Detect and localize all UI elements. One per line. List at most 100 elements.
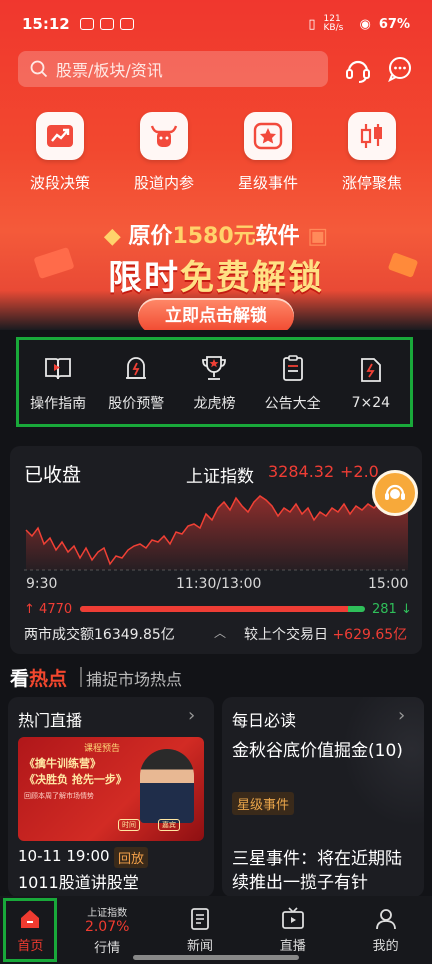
quick-item-limit-up[interactable]: 涨停聚焦 (322, 112, 422, 193)
bull-icon (140, 112, 188, 160)
turnover-value: 16349.85亿 (94, 627, 175, 643)
header-area: 15:12 ▯ 121 KB/s ◉ 67% 股票/板块/资讯 波段决策 股道内… (0, 0, 432, 330)
time-label-close: 15:00 (368, 576, 409, 592)
poster-guest-tag: 嘉宾 (158, 819, 180, 831)
tool-label: 7×24 (351, 395, 391, 411)
replay-badge: 回放 (114, 847, 149, 868)
flash-doc-icon (359, 353, 383, 387)
quick-item-star-events[interactable]: 星级事件 (218, 112, 318, 193)
vibrate-icon: ▯ (308, 16, 316, 32)
chevron-up-icon[interactable]: ︿ (214, 624, 226, 641)
article-title[interactable]: 三星事件：将在近期陆续推出一揽子有针 (232, 847, 418, 895)
tool-24h-news[interactable]: 7×24 (333, 353, 409, 411)
decliners-value: 281 (372, 602, 397, 617)
tab-label: 首页 (17, 938, 44, 954)
index-change: +2.0 (340, 462, 379, 481)
quick-item-insider[interactable]: 股道内参 (114, 112, 214, 193)
decliners-count: 281 ↓ (372, 602, 412, 617)
service-float-icon[interactable] (372, 470, 418, 516)
tool-label: 股价预警 (108, 396, 165, 412)
quick-access-grid: 波段决策 股道内参 星级事件 涨停聚焦 (0, 112, 432, 193)
tool-announcements[interactable]: 公告大全 (255, 351, 331, 413)
banner-headline: ◆ 原价1580元软件 ▣ (0, 218, 432, 250)
banner-title-a: 限时 (108, 258, 180, 298)
arrow-down-icon: ↓ (400, 602, 412, 617)
battery-level: 67% (378, 16, 410, 32)
quick-item-label: 星级事件 (237, 174, 298, 192)
unlock-button[interactable]: 立即点击解锁 (138, 298, 294, 330)
poster-line3: 回顾本周了解市场情势 (24, 792, 94, 800)
tool-guide[interactable]: 操作指南 (20, 351, 96, 413)
hot-title-b: 热点 (29, 668, 68, 690)
arrow-up-icon: ↑ (24, 602, 35, 617)
tab-news[interactable]: 新闻 (157, 896, 243, 964)
advancers-value: 4770 (39, 602, 73, 617)
tool-price-alert[interactable]: 股价预警 (98, 351, 174, 413)
tab-quote-index: 上证指数 (87, 908, 128, 919)
advance-decline-bar (80, 606, 365, 612)
divider (80, 667, 82, 687)
tool-label: 公告大全 (264, 396, 321, 412)
tab-label: 行情 (94, 941, 121, 956)
clipboard-icon (281, 351, 305, 385)
time-label-midday: 11:30/13:00 (176, 576, 262, 592)
time-label-open: 9:30 (26, 576, 58, 592)
alarm-icon (124, 351, 148, 385)
banner-title-b: 免费解锁 (180, 258, 324, 298)
tab-home[interactable]: 首页 (3, 898, 58, 962)
tab-quotes[interactable]: 上证指数 2.07% 行情 (64, 896, 150, 964)
prev-day-value: +629.65亿 (332, 627, 408, 643)
banner-line1-prefix: 原价 (128, 224, 173, 249)
net-speed: 121 KB/s (323, 14, 344, 33)
tab-quote-pct: 2.07% (84, 919, 130, 935)
bottom-tab-bar: 首页 上证指数 2.07% 行情 新闻 直播 我的 (0, 896, 432, 964)
search-input[interactable]: 股票/板块/资讯 (18, 51, 328, 87)
advancers-count: ↑ 4770 (24, 602, 72, 617)
host-avatar (140, 749, 194, 823)
tab-label: 新闻 (186, 938, 213, 954)
quick-item-band-decision[interactable]: 波段决策 (10, 112, 110, 193)
chevron-right-icon[interactable]: › (188, 705, 195, 726)
index-value: 3284.32 (268, 462, 335, 481)
live-card[interactable]: 热门直播 › 课程预告 《擒牛训练营》 《决胜负 抢先一步》 回顾本周了解市场情… (8, 697, 214, 897)
chevron-right-icon[interactable]: › (398, 705, 405, 726)
home-icon (21, 909, 40, 928)
status-right: ▯ 121 KB/s ◉ 67% (308, 15, 410, 33)
tv-icon (281, 906, 304, 929)
poster-line2: 《决胜负 抢先一步》 (24, 773, 127, 786)
market-card[interactable]: 已收盘 上证指数 3284.32 +2.0 9:30 11:30/13:00 1… (10, 446, 422, 654)
headset-icon[interactable] (344, 56, 372, 84)
home-indicator (133, 955, 299, 960)
banner-line1-suffix: 软件 (255, 224, 300, 249)
live-card-title: 热门直播 (18, 711, 83, 730)
poster-line1: 《擒牛训练营》 (24, 757, 101, 770)
poster-time-tag: 时间 (118, 819, 140, 831)
index-name: 上证指数 (186, 467, 254, 487)
app-notification-icon (79, 18, 94, 30)
tab-label: 我的 (372, 938, 399, 954)
article-title[interactable]: 金秋谷底价值掘金(10) (232, 739, 412, 763)
status-bar: 15:12 ▯ 121 KB/s ◉ 67% (0, 0, 432, 48)
promo-banner[interactable]: ◆ 原价1580元软件 ▣ 限时免费解锁 立即点击解锁 (0, 212, 432, 330)
daily-read-card[interactable]: 每日必读 › 金秋谷底价值掘金(10) 星级事件 三星事件：将在近期陆续推出一揽… (222, 697, 424, 897)
banner-price: 1580元 (172, 224, 256, 249)
search-placeholder: 股票/板块/资讯 (56, 61, 163, 80)
live-time: 10-11 19:00 (18, 847, 110, 865)
hot-section-title: 看热点 (10, 664, 67, 691)
live-poster[interactable]: 课程预告 《擒牛训练营》 《决胜负 抢先一步》 回顾本周了解市场情势 时间 嘉宾 (18, 737, 204, 841)
user-icon (375, 908, 396, 929)
article-tag: 星级事件 (232, 792, 295, 815)
tab-mine[interactable]: 我的 (343, 896, 429, 964)
book-icon (44, 351, 72, 385)
banner-title: 限时免费解锁 (0, 250, 432, 299)
intraday-area (26, 496, 408, 570)
hot-title-a: 看 (10, 668, 30, 690)
chat-icon[interactable] (387, 56, 413, 82)
tool-dragon-tiger[interactable]: 龙虎榜 (176, 351, 252, 413)
star-icon (244, 112, 292, 160)
daily-read-title: 每日必读 (232, 711, 297, 730)
prev-day-compare: 较上个交易日 +629.65亿 (244, 624, 407, 644)
tab-live[interactable]: 直播 (250, 896, 336, 964)
status-time: 15:12 (22, 15, 70, 33)
prev-day-label: 较上个交易日 (244, 627, 328, 643)
